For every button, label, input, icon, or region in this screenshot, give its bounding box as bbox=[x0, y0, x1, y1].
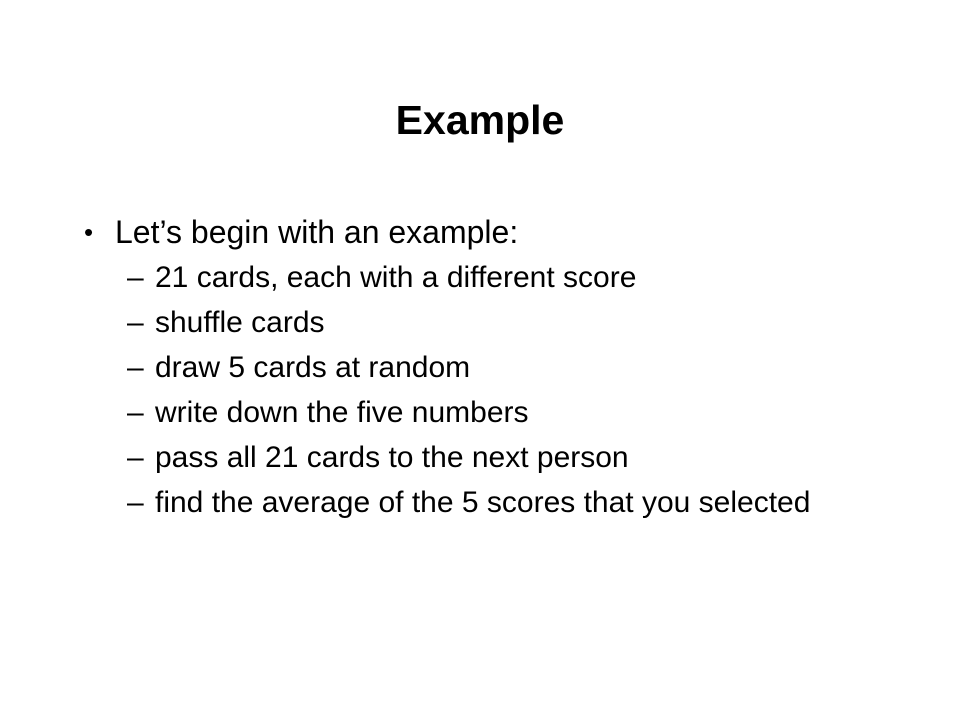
list-item: – find the average of the 5 scores that … bbox=[0, 480, 960, 525]
list-item-label: pass all 21 cards to the next person bbox=[155, 441, 629, 474]
list-item-label: find the average of the 5 scores that yo… bbox=[155, 486, 811, 519]
bullet-dash-icon: – bbox=[127, 396, 144, 429]
page-title: Example bbox=[395, 97, 565, 143]
list-item-label: write down the five numbers bbox=[155, 396, 529, 429]
slide-body-content: • Let’s begin with an example: – 21 card… bbox=[0, 210, 960, 525]
list-item: – draw 5 cards at random bbox=[0, 345, 960, 390]
list-item-label: shuffle cards bbox=[155, 306, 325, 339]
list-item-label: Let’s begin with an example: bbox=[115, 214, 519, 250]
list-item-label: draw 5 cards at random bbox=[155, 351, 471, 384]
list-item: • Let’s begin with an example: bbox=[0, 210, 960, 255]
list-item: – pass all 21 cards to the next person bbox=[0, 435, 960, 480]
list-item: – write down the five numbers bbox=[0, 390, 960, 435]
list-item: – 21 cards, each with a different score bbox=[0, 255, 960, 300]
list-item: – shuffle cards bbox=[0, 300, 960, 345]
bullet-dash-icon: – bbox=[127, 306, 144, 339]
bullet-dash-icon: – bbox=[127, 351, 144, 384]
list-item-label: 21 cards, each with a different score bbox=[155, 261, 637, 294]
bullet-dash-icon: – bbox=[127, 441, 144, 474]
bullet-dash-icon: – bbox=[127, 261, 144, 294]
bullet-dash-icon: – bbox=[127, 486, 144, 519]
bullet-dot-icon: • bbox=[84, 217, 94, 247]
slide-canvas: Example • Let’s begin with an example: –… bbox=[0, 0, 960, 720]
